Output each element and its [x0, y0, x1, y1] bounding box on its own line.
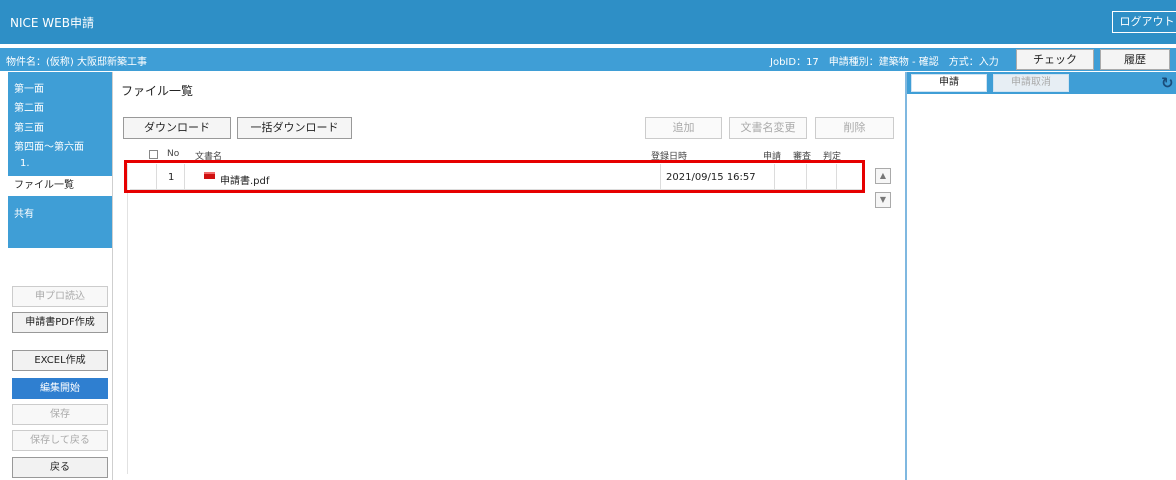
tab-apply-cancel[interactable]: 申請取消 [993, 74, 1069, 92]
page-title: ファイル一覧 [121, 84, 194, 98]
refresh-icon[interactable]: ↻ [1161, 74, 1174, 92]
sidebar-item-sub1[interactable]: 1. [20, 158, 30, 169]
bulk-download-button[interactable]: 一括ダウンロード [237, 117, 352, 139]
create-excel-button[interactable]: EXCEL作成 [12, 350, 108, 371]
chevron-down-icon[interactable]: ▼ [875, 192, 891, 208]
check-button[interactable]: チェック [1016, 49, 1094, 70]
tab-apply[interactable]: 申請 [911, 74, 987, 92]
row-highlight-box [124, 160, 865, 193]
create-pdf-button[interactable]: 申請書PDF作成 [12, 312, 108, 333]
sidebar-item-page4-6[interactable]: 第四面～第六面 [14, 138, 84, 153]
sidebar-item-file-list[interactable]: ファイル一覧 [8, 176, 112, 196]
select-all-checkbox[interactable] [149, 150, 158, 159]
sidebar-nav: 第一面 第二面 第三面 第四面～第六面 1. ファイル一覧 共有 [8, 72, 112, 248]
col-no: No [167, 149, 180, 159]
sidebar-item-page3[interactable]: 第三面 [14, 119, 44, 134]
save-return-button[interactable]: 保存して戻る [12, 430, 108, 451]
project-info-bar: 物件名：(仮称) 大阪邸新築工事 JobID：17 申請種別：建築物 - 確認 … [0, 48, 1176, 71]
add-button[interactable]: 追加 [645, 117, 722, 139]
back-button[interactable]: 戻る [12, 457, 108, 478]
app-header: NICE WEB申請 ログアウト [0, 0, 1176, 44]
import-shinpuro-button[interactable]: 申プロ読込 [12, 286, 108, 307]
job-info: JobID：17 申請種別：建築物 - 確認 方式：入力 [770, 57, 999, 68]
rename-button[interactable]: 文書名変更 [729, 117, 807, 139]
chevron-up-icon[interactable]: ▲ [875, 168, 891, 184]
app-title: NICE WEB申請 [10, 16, 94, 30]
application-panel: 申請 申請取消 ↻ [905, 72, 1176, 480]
sidebar-item-page1[interactable]: 第一面 [14, 80, 44, 95]
sidebar-item-share[interactable]: 共有 [14, 205, 34, 220]
sidebar-item-page2[interactable]: 第二面 [14, 99, 44, 114]
application-tabs: 申請 申請取消 ↻ [907, 72, 1176, 94]
save-button[interactable]: 保存 [12, 404, 108, 425]
sidebar: 第一面 第二面 第三面 第四面～第六面 1. ファイル一覧 共有 申プロ読込 申… [8, 72, 112, 480]
start-edit-button[interactable]: 編集開始 [12, 378, 108, 399]
project-name: 物件名：(仮称) 大阪邸新築工事 [6, 57, 147, 68]
file-table: 1 申請書.pdf 2021/09/15 16:57 [127, 164, 864, 474]
download-button[interactable]: ダウンロード [123, 117, 231, 139]
file-list-panel: ファイル一覧 ダウンロード 一括ダウンロード 追加 文書名変更 削除 No 文書… [112, 72, 902, 480]
delete-button[interactable]: 削除 [815, 117, 894, 139]
logout-button[interactable]: ログアウト [1112, 11, 1176, 33]
history-button[interactable]: 履歴 [1100, 49, 1170, 70]
